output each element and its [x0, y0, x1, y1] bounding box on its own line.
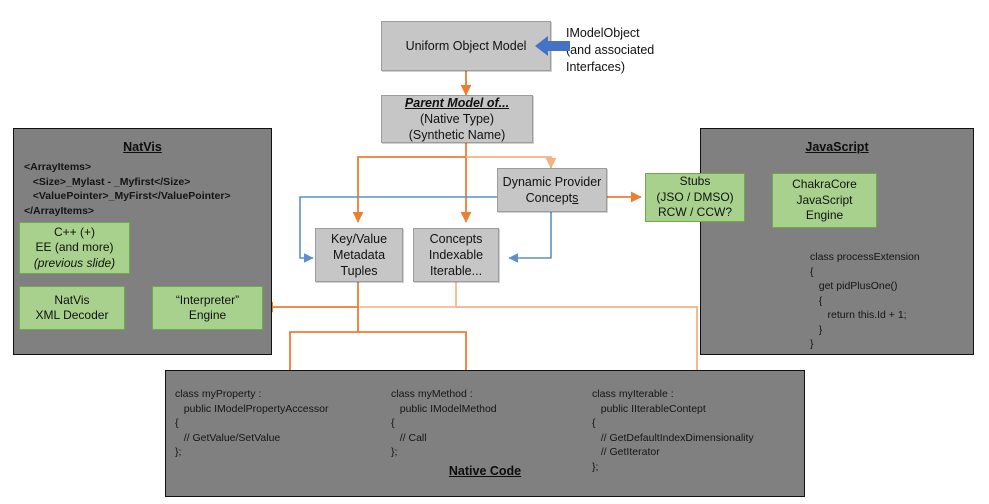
natvis-panel-title: NatVis [123, 140, 162, 154]
natvis-xml-decoder-box[interactable]: NatVis XML Decoder [19, 286, 125, 330]
dynamic-provider-line2: Concepts [525, 191, 579, 205]
concepts-line3: Iterable... [429, 264, 483, 278]
cpp-ee-line2: EE (and more) [35, 240, 114, 255]
javascript-panel-title: JavaScript [805, 140, 869, 154]
interpreter-engine-line2: Engine [188, 308, 227, 322]
cpp-ee-box[interactable]: C++ (+) EE (and more) (previous slide) [19, 222, 130, 274]
stubs-box[interactable]: Stubs (JSO / DMSO) RCW / CCW? [645, 173, 745, 222]
key-value-line1: Key/Value [330, 232, 388, 246]
native-code-block-mymethod: class myMethod : public IModelMethod { /… [391, 388, 497, 458]
left-arrow-icon [535, 36, 570, 56]
natvis-decoder-line1: NatVis [54, 292, 90, 307]
native-code-block-myproperty: class myProperty : public IModelProperty… [175, 388, 329, 458]
cpp-ee-line1: C++ (+) [53, 224, 95, 239]
chakracore-line2: JavaScript [796, 192, 853, 207]
imodelobject-annotation: IModelObject (and associated Interfaces) [566, 26, 655, 74]
chakracore-box[interactable]: ChakraCore JavaScript Engine [772, 173, 877, 228]
concepts-indexable-iterable-box[interactable]: Concepts Indexable Iterable... [413, 228, 499, 282]
key-value-metadata-tuples-box[interactable]: Key/Value Metadata Tuples [315, 228, 403, 282]
interpreter-engine-box[interactable]: “Interpreter” Engine [152, 286, 263, 330]
chakracore-line1: ChakraCore [792, 177, 857, 192]
uniform-object-model-label: Uniform Object Model [405, 39, 527, 53]
cpp-ee-line3: (previous slide) [33, 255, 116, 270]
stubs-line1: Stubs [679, 174, 711, 189]
uniform-object-model-box[interactable]: Uniform Object Model [381, 21, 551, 71]
stubs-line2: (JSO / DMSO) [656, 189, 734, 204]
diagram-canvas: Uniform Object Model IModelObject (and a… [0, 0, 989, 504]
parent-model-title: Parent Model of... [404, 96, 510, 110]
concepts-line2: Indexable [428, 248, 484, 262]
natvis-xml-sample: <ArrayItems> <Size>_Mylast - _Myfirst</S… [24, 161, 231, 217]
parent-model-native-type: (Native Type) [419, 112, 495, 126]
chakracore-line3: Engine [805, 208, 844, 223]
stubs-line3: RCW / CCW? [658, 205, 732, 220]
interpreter-engine-line1: “Interpreter” [175, 292, 240, 307]
parent-model-box[interactable]: Parent Model of... (Native Type) (Synthe… [381, 95, 533, 143]
parent-model-synthetic-name: (Synthetic Name) [408, 128, 506, 142]
key-value-line3: Tuples [340, 264, 378, 278]
native-code-block-myiterable: class myIterable : public IIterableConte… [592, 388, 754, 473]
concepts-line1: Concepts [429, 232, 483, 246]
natvis-decoder-line2: XML Decoder [35, 308, 109, 322]
dynamic-provider-box[interactable]: Dynamic Provider Concepts [497, 168, 607, 212]
dynamic-provider-line1: Dynamic Provider [502, 175, 602, 189]
javascript-code-sample: class processExtension { get pidPlusOne(… [810, 251, 920, 350]
key-value-line2: Metadata [332, 248, 386, 262]
